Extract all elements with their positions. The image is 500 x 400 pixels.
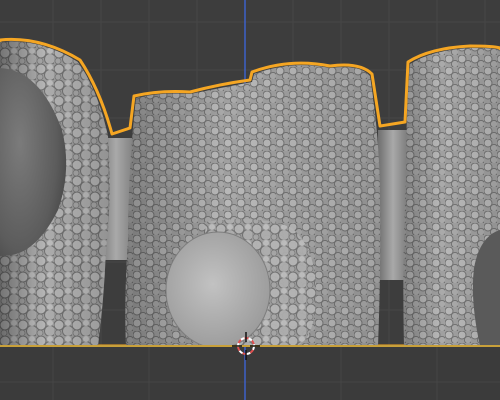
viewport-canvas[interactable] bbox=[0, 0, 500, 400]
center-cylinder-cap bbox=[165, 231, 271, 349]
below-floor-area bbox=[0, 347, 500, 400]
right-connector-cylinder bbox=[378, 130, 408, 280]
3d-viewport[interactable] bbox=[0, 0, 500, 400]
